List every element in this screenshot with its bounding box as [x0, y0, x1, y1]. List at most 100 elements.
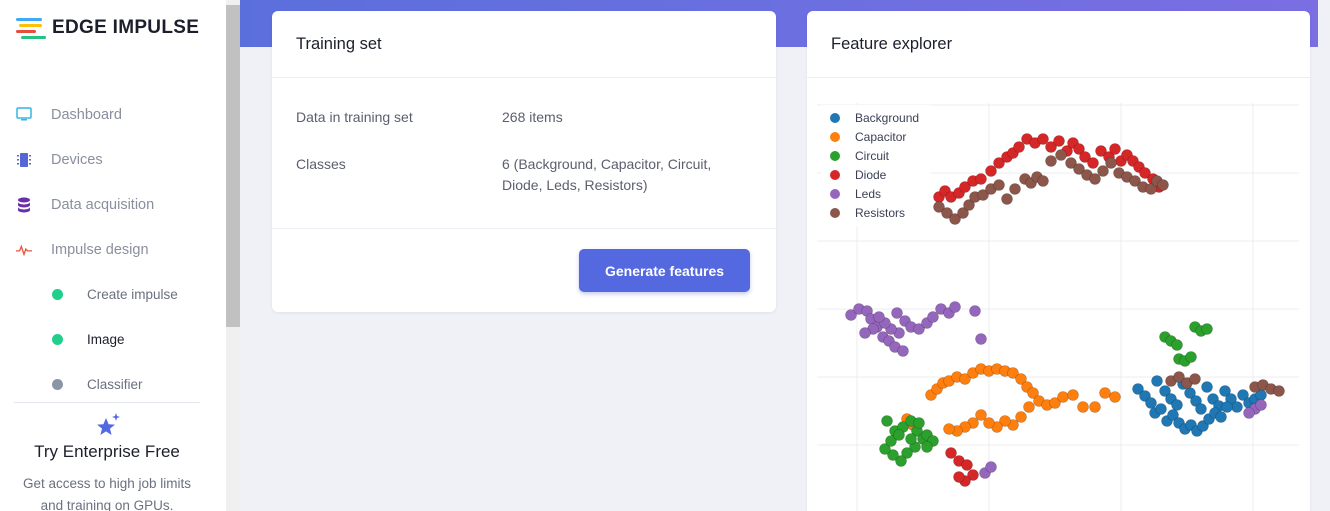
data-point[interactable] [993, 179, 1005, 191]
data-point[interactable] [943, 423, 955, 435]
data-point[interactable] [953, 471, 965, 483]
sidebar-item-label: Devices [51, 151, 103, 168]
data-point[interactable] [1273, 385, 1285, 397]
logo-text: EDGE IMPULSE [52, 17, 200, 38]
promo-text: Get access to high job limits and traini… [22, 476, 192, 511]
status-dot-icon [52, 334, 63, 345]
legend-label[interactable]: Capacitor [855, 130, 906, 144]
legend-label[interactable]: Resistors [855, 206, 905, 220]
data-point[interactable] [985, 165, 997, 177]
data-point[interactable] [1201, 381, 1213, 393]
data-point[interactable] [1221, 401, 1233, 413]
data-point[interactable] [905, 433, 917, 445]
sidebar-subitem-image[interactable]: Image [0, 317, 224, 362]
data-point[interactable] [1109, 391, 1121, 403]
data-point[interactable] [1057, 391, 1069, 403]
logo[interactable]: EDGE IMPULSE [16, 17, 199, 39]
monitor-icon [16, 107, 32, 123]
data-point[interactable] [1171, 399, 1183, 411]
data-point[interactable] [1185, 351, 1197, 363]
page-scrollbar[interactable] [1318, 0, 1330, 511]
data-point[interactable] [945, 447, 957, 459]
pulse-icon [16, 242, 32, 258]
data-point[interactable] [1201, 323, 1213, 335]
data-point[interactable] [1001, 193, 1013, 205]
sidebar-item-dashboard[interactable]: Dashboard [0, 92, 224, 137]
data-point[interactable] [891, 307, 903, 319]
sidebar-item-impulse-design[interactable]: Impulse design [0, 227, 224, 272]
sidebar-item-data-acquisition[interactable]: Data acquisition [0, 182, 224, 227]
data-point[interactable] [897, 345, 909, 357]
legend-marker [830, 151, 840, 161]
data-point[interactable] [975, 409, 987, 421]
sidebar-item-label: Impulse design [51, 241, 149, 258]
data-point[interactable] [1045, 155, 1057, 167]
data-point[interactable] [1037, 175, 1049, 187]
legend-marker [830, 132, 840, 142]
sidebar-subitem-classifier[interactable]: Classifier [0, 362, 224, 407]
data-point[interactable] [921, 441, 933, 453]
data-point[interactable] [1053, 135, 1065, 147]
status-dot-icon [52, 289, 63, 300]
data-point[interactable] [1067, 389, 1079, 401]
data-point[interactable] [1151, 375, 1163, 387]
data-point[interactable] [1189, 373, 1201, 385]
data-point[interactable] [1013, 141, 1025, 153]
legend-marker [830, 170, 840, 180]
data-point[interactable] [1099, 387, 1111, 399]
data-point[interactable] [1097, 165, 1109, 177]
data-point[interactable] [881, 415, 893, 427]
data-point[interactable] [1155, 403, 1167, 415]
sidebar-item-label: Dashboard [51, 106, 122, 123]
classes-row: Classes 6 (Background, Capacitor, Circui… [296, 156, 711, 193]
legend-label[interactable]: Leds [855, 187, 881, 201]
row-label: Data in training set [296, 109, 413, 125]
legend-marker [830, 189, 840, 199]
data-point[interactable] [983, 417, 995, 429]
training-data-row: Data in training set 268 items [296, 109, 563, 125]
legend-label[interactable]: Circuit [855, 149, 890, 163]
feature-explorer-scatter-plot[interactable]: Background Capacitor Circuit Diode Leds Resis… [807, 79, 1310, 511]
data-point[interactable] [1215, 411, 1227, 423]
data-point[interactable] [927, 311, 939, 323]
sparkle-star-icon [97, 413, 120, 435]
data-point[interactable] [985, 461, 997, 473]
legend-label[interactable]: Diode [855, 168, 887, 182]
generate-features-button[interactable]: Generate features [579, 249, 750, 292]
data-point[interactable] [893, 429, 905, 441]
data-point[interactable] [1255, 399, 1267, 411]
row-value: 6 (Background, Capacitor, Circuit, Diode… [502, 156, 712, 193]
data-point[interactable] [859, 327, 871, 339]
data-point[interactable] [949, 301, 961, 313]
data-point[interactable] [1023, 401, 1035, 413]
data-point[interactable] [1145, 397, 1157, 409]
data-point[interactable] [1089, 173, 1101, 185]
scrollbar-thumb[interactable] [226, 5, 240, 327]
data-point[interactable] [1157, 179, 1169, 191]
data-point[interactable] [1109, 143, 1121, 155]
legend-label[interactable]: Background [855, 111, 919, 125]
data-point[interactable] [969, 305, 981, 317]
sidebar-subitem-create-impulse[interactable]: Create impulse [0, 272, 224, 317]
data-point[interactable] [1089, 401, 1101, 413]
sidebar-item-devices[interactable]: Devices [0, 137, 224, 182]
data-point[interactable] [1055, 149, 1067, 161]
data-point[interactable] [1087, 157, 1099, 169]
data-point[interactable] [1015, 411, 1027, 423]
sidebar-subitem-label: Create impulse [87, 287, 178, 302]
data-point[interactable] [913, 417, 925, 429]
sidebar-scrollbar[interactable] [226, 0, 240, 511]
data-point[interactable] [1243, 407, 1255, 419]
data-point[interactable] [1231, 401, 1243, 413]
data-point[interactable] [961, 459, 973, 471]
data-point[interactable] [1077, 401, 1089, 413]
data-point[interactable] [1171, 339, 1183, 351]
data-point[interactable] [975, 333, 987, 345]
data-point[interactable] [1037, 133, 1049, 145]
data-point[interactable] [975, 173, 987, 185]
data-point[interactable] [1105, 157, 1117, 169]
edge-impulse-logo-icon [16, 17, 46, 39]
data-point[interactable] [1009, 183, 1021, 195]
data-point[interactable] [873, 311, 885, 323]
data-point[interactable] [1195, 403, 1207, 415]
